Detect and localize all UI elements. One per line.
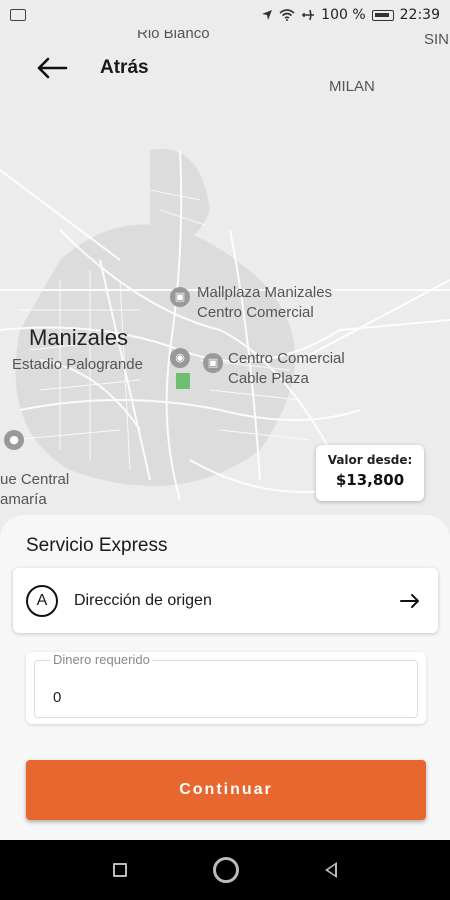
money-card: Dinero requerido	[26, 652, 426, 724]
top-bar: Atrás	[0, 45, 300, 90]
airplane-icon	[302, 9, 315, 21]
bottom-sheet: Servicio Express A Dirección de origen D…	[0, 515, 450, 840]
notification-icon	[10, 9, 26, 21]
price-estimate-card: Valor desde: $13,800	[316, 445, 424, 501]
park-marker	[176, 373, 190, 389]
map-label-milan: MILAN	[329, 78, 375, 95]
map-label-cable-1: Centro Comercial	[228, 350, 345, 367]
origin-badge: A	[26, 584, 58, 617]
recents-button[interactable]	[113, 863, 127, 877]
map-label-cable-2: Cable Plaza	[228, 370, 309, 387]
clock: 22:39	[399, 7, 440, 23]
money-label: Dinero requerido	[51, 652, 152, 667]
status-bar: 100 % 22:39	[0, 0, 450, 30]
money-field: Dinero requerido	[34, 652, 418, 718]
location-icon	[262, 10, 273, 20]
status-right: 100 % 22:39	[261, 7, 440, 23]
map-label-central-1: ue Central	[0, 471, 70, 488]
price-label: Valor desde:	[327, 453, 413, 467]
system-nav-bar	[0, 840, 450, 900]
map-label-sin: SIN	[424, 31, 450, 48]
shopping-pin-icon: ▣	[203, 353, 223, 373]
map-label-estadio: Estadio Palogrande	[12, 356, 143, 373]
service-title: Servicio Express	[26, 535, 168, 556]
map-label-mallplaza-2: Centro Comercial	[197, 304, 314, 321]
continue-button[interactable]: Continuar	[26, 760, 426, 820]
origin-address-button[interactable]: A Dirección de origen	[13, 568, 438, 633]
wifi-icon	[279, 9, 295, 21]
map-label-rio-blanco: Rio Blanco	[137, 30, 210, 42]
battery-percent: 100 %	[321, 7, 366, 23]
home-button[interactable]	[213, 857, 239, 883]
map-label-mallplaza-1: Mallplaza Manizales	[197, 284, 333, 301]
price-value: $13,800	[335, 471, 405, 489]
origin-label: Dirección de origen	[74, 591, 212, 609]
right-arrow-icon	[400, 593, 419, 608]
back-button[interactable]	[22, 45, 82, 90]
stadium-pin-icon: ◉	[170, 348, 190, 368]
place-pin-icon: ●	[4, 430, 24, 450]
map-label-manizales: Manizales	[29, 325, 129, 350]
mall-pin-icon: ▣	[170, 287, 190, 307]
nav-back-button[interactable]	[325, 862, 337, 878]
map-label-central-2: amaría	[0, 491, 47, 508]
money-input[interactable]	[53, 685, 393, 709]
page-title: Atrás	[100, 56, 149, 78]
back-arrow-icon	[37, 57, 68, 78]
battery-icon	[371, 9, 394, 21]
